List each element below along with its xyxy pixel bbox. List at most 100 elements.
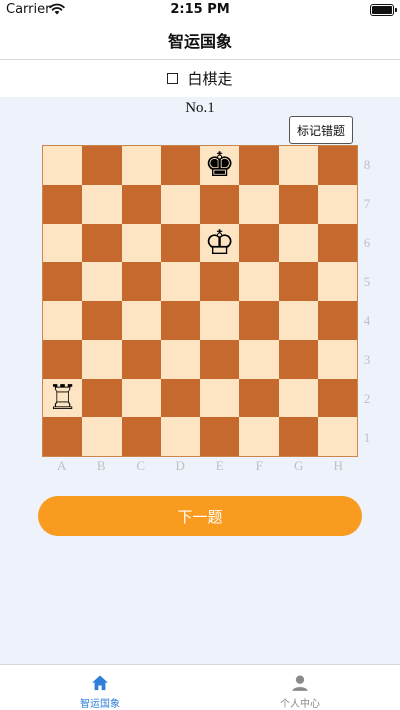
square-a8[interactable] (43, 146, 83, 185)
tab-bar: 智运国象 个人中心 (0, 664, 400, 710)
rank-label: 5 (363, 273, 371, 289)
rank-label: 8 (363, 156, 371, 172)
square-g1[interactable] (278, 417, 318, 456)
square-h1[interactable] (317, 417, 357, 456)
square-h5[interactable] (317, 262, 357, 301)
square-c2[interactable] (121, 378, 161, 418)
square-b5[interactable] (82, 262, 122, 301)
square-a3[interactable] (43, 339, 83, 379)
square-c4[interactable] (121, 301, 161, 340)
square-f1[interactable] (239, 417, 279, 456)
rank-label: 4 (363, 312, 371, 328)
file-label: A (57, 458, 67, 473)
square-g3[interactable] (278, 339, 318, 379)
square-e2[interactable] (200, 378, 240, 418)
square-f4[interactable] (239, 301, 279, 340)
tab-home-label: 智运国象 (80, 699, 120, 710)
square-g4[interactable] (278, 301, 318, 340)
white-king-piece[interactable]: ♔ (204, 226, 234, 260)
square-d4[interactable] (160, 301, 200, 340)
square-d8[interactable] (160, 146, 200, 185)
rank-label: 1 (363, 429, 371, 445)
square-e5[interactable] (200, 262, 240, 301)
square-d7[interactable] (160, 184, 200, 224)
square-h3[interactable] (317, 339, 357, 379)
rank-labels: 8 7 6 5 4 3 2 1 (360, 145, 374, 457)
file-label: C (136, 458, 146, 473)
square-d5[interactable] (160, 262, 200, 301)
square-e4[interactable] (200, 301, 240, 340)
square-a2[interactable]: ♖ (43, 378, 83, 418)
square-b2[interactable] (82, 378, 122, 418)
file-label: E (215, 458, 224, 473)
square-d3[interactable] (160, 339, 200, 379)
square-e6[interactable]: ♔ (200, 223, 240, 263)
square-d6[interactable] (160, 223, 200, 263)
chess-board[interactable]: ♚ ♔ ♖ (42, 145, 358, 457)
square-g6[interactable] (278, 223, 318, 263)
square-g7[interactable] (278, 184, 318, 224)
rank-label: 2 (363, 390, 371, 406)
square-e3[interactable] (200, 339, 240, 379)
square-d1[interactable] (160, 417, 200, 456)
mark-mistake-button[interactable]: 标记错题 (289, 116, 353, 144)
tab-home[interactable]: 智运国象 (0, 665, 200, 710)
square-e8[interactable]: ♚ (200, 146, 240, 185)
next-problem-button[interactable]: 下一题 (38, 496, 362, 536)
square-g2[interactable] (278, 378, 318, 418)
square-f6[interactable] (239, 223, 279, 263)
square-b6[interactable] (82, 223, 122, 263)
status-time: 2:15 PM (170, 2, 230, 17)
turn-indicator: 白棋走 (0, 60, 400, 97)
square-h4[interactable] (317, 301, 357, 340)
square-b3[interactable] (82, 339, 122, 379)
square-h6[interactable] (317, 223, 357, 263)
square-a4[interactable] (43, 301, 83, 340)
square-f7[interactable] (239, 184, 279, 224)
square-e1[interactable] (200, 417, 240, 456)
square-g5[interactable] (278, 262, 318, 301)
tab-profile[interactable]: 个人中心 (200, 665, 400, 710)
file-label: H (333, 458, 343, 473)
square-h7[interactable] (317, 184, 357, 224)
problem-number: No.1 (185, 100, 215, 116)
person-icon (292, 675, 308, 691)
square-b8[interactable] (82, 146, 122, 185)
file-label: B (96, 458, 106, 473)
square-c3[interactable] (121, 339, 161, 379)
square-f5[interactable] (239, 262, 279, 301)
file-labels: A B C D E F G H (42, 457, 358, 475)
square-f3[interactable] (239, 339, 279, 379)
square-g8[interactable] (278, 146, 318, 185)
turn-square-icon (167, 73, 179, 84)
square-f2[interactable] (239, 378, 279, 418)
square-c7[interactable] (121, 184, 161, 224)
rank-label: 3 (363, 351, 371, 367)
square-c1[interactable] (121, 417, 161, 456)
square-a7[interactable] (43, 184, 83, 224)
home-icon (92, 675, 108, 691)
square-h2[interactable] (317, 378, 357, 418)
page-title: 智运国象 (167, 31, 232, 51)
square-c8[interactable] (121, 146, 161, 185)
square-b4[interactable] (82, 301, 122, 340)
square-b7[interactable] (82, 184, 122, 224)
square-b1[interactable] (82, 417, 122, 456)
white-rook-piece[interactable]: ♖ (47, 381, 77, 415)
square-a5[interactable] (43, 262, 83, 301)
square-d2[interactable] (160, 378, 200, 418)
tab-profile-label: 个人中心 (280, 699, 320, 710)
square-a6[interactable] (43, 223, 83, 263)
status-bar: Carrier 2:15 PM (0, 0, 400, 20)
file-label: F (255, 458, 263, 473)
square-c6[interactable] (121, 223, 161, 263)
black-king-piece[interactable]: ♚ (204, 148, 234, 182)
square-h8[interactable] (317, 146, 357, 185)
file-label: D (175, 458, 185, 473)
square-e7[interactable] (200, 184, 240, 224)
square-c5[interactable] (121, 262, 161, 301)
square-a1[interactable] (43, 417, 83, 456)
battery-icon (370, 4, 397, 16)
square-f8[interactable] (239, 146, 279, 185)
nav-bar: 智运国象 (0, 20, 400, 60)
